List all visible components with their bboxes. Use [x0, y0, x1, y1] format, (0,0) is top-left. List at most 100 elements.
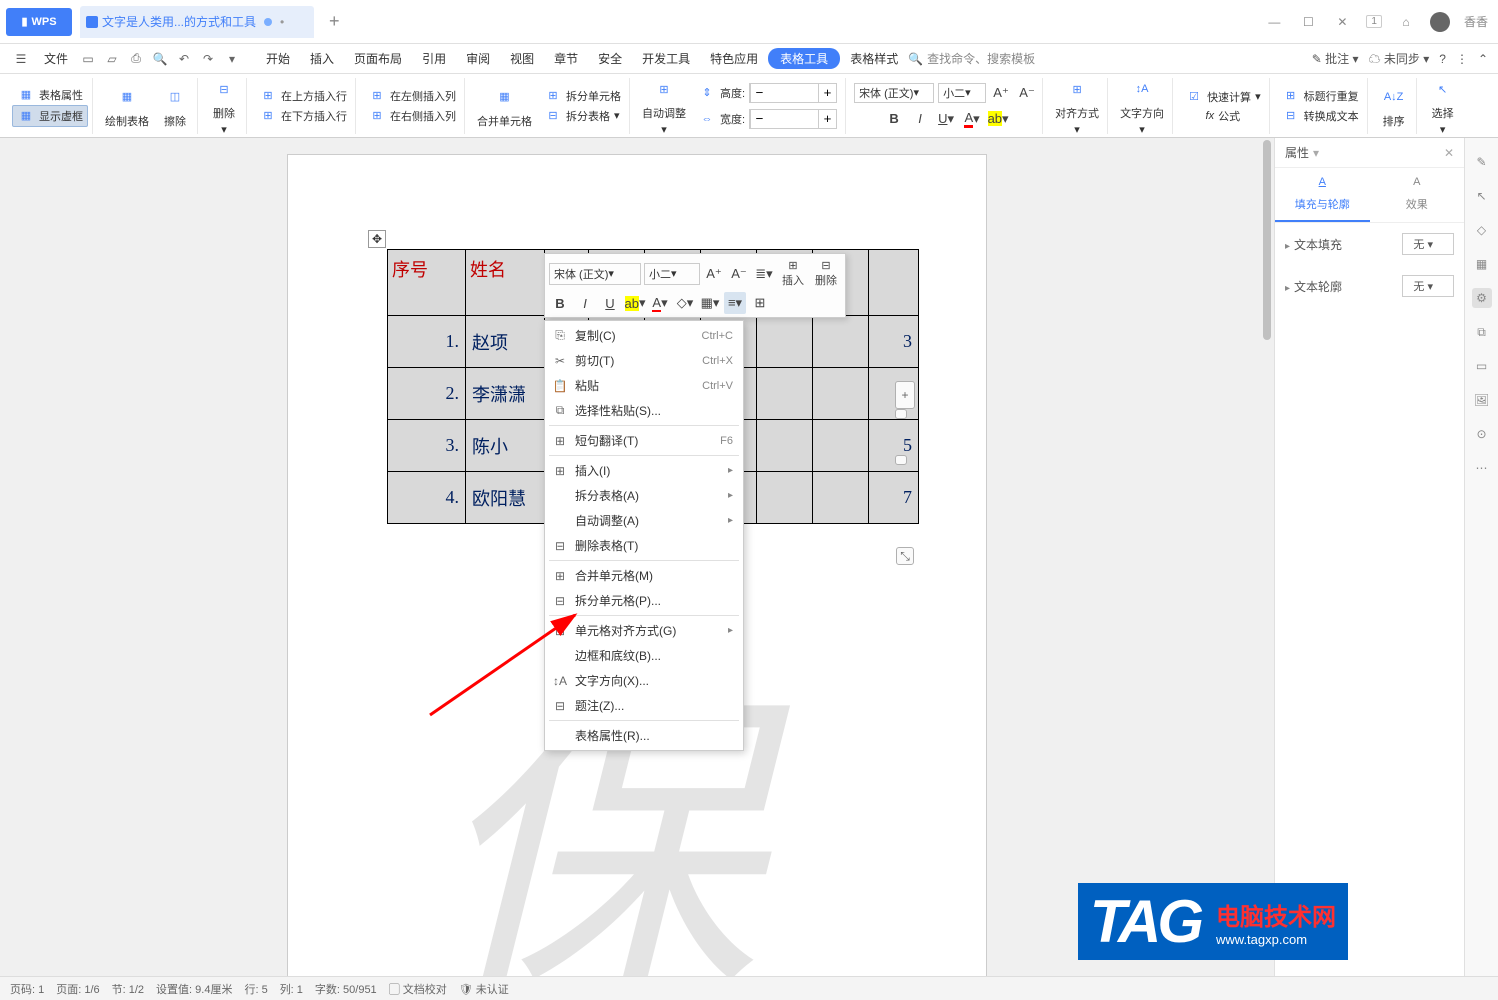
draw-table-button[interactable]: ▦绘制表格	[101, 81, 153, 131]
mini-color[interactable]: A▾	[649, 292, 671, 314]
search-box[interactable]: 🔍 查找命令、搜索模板	[908, 50, 1035, 67]
sort-button[interactable]: A↓Z排序	[1376, 81, 1412, 131]
grow-font[interactable]: A⁺	[990, 82, 1012, 104]
status-auth[interactable]: 🛡 未认证	[459, 981, 509, 997]
cm-autofit[interactable]: 自动调整(A)▸	[545, 508, 743, 533]
size-select[interactable]: 小二▾	[938, 83, 986, 103]
bold-button[interactable]: B	[883, 108, 905, 130]
cm-insert[interactable]: ⊞插入(I)▸	[545, 458, 743, 483]
status-page[interactable]: 页面: 1/6	[56, 981, 99, 997]
fill-select[interactable]: 无 ▾	[1402, 233, 1454, 255]
close-panel[interactable]: ✕	[1444, 146, 1454, 160]
close-button[interactable]: ✕	[1332, 12, 1352, 32]
split-table-button[interactable]: ⊟拆分表格▾	[540, 106, 625, 126]
tab-view[interactable]: 视图	[500, 50, 544, 67]
status-proof[interactable]: ▢ 文档校对	[389, 981, 447, 997]
cm-border[interactable]: 边框和底纹(B)...	[545, 643, 743, 668]
hamburger-icon[interactable]: ☰	[10, 48, 32, 70]
vertical-scrollbar[interactable]	[1260, 138, 1274, 976]
align-button[interactable]: ⊞对齐方式▾	[1051, 73, 1103, 138]
cm-paste-special[interactable]: ⧉选择性粘贴(S)...	[545, 398, 743, 423]
cm-cell-align[interactable]: ⊞单元格对齐方式(G)▸	[545, 618, 743, 643]
select-button[interactable]: ↖选择▾	[1425, 73, 1461, 138]
underline-button[interactable]: U▾	[935, 108, 957, 130]
mini-list-icon[interactable]: ≣▾	[753, 263, 775, 285]
tab-dev[interactable]: 开发工具	[632, 50, 700, 67]
tab-insert[interactable]: 插入	[300, 50, 344, 67]
tab-section[interactable]: 章节	[544, 50, 588, 67]
mini-shrink-font[interactable]: A⁻	[728, 263, 750, 285]
tab-ref[interactable]: 引用	[412, 50, 456, 67]
cm-cut[interactable]: ✂剪切(T)Ctrl+X	[545, 348, 743, 373]
quick-calc[interactable]: ☑快速计算▾	[1181, 87, 1265, 107]
pizhu-button[interactable]: ✎ 批注 ▾	[1312, 50, 1359, 67]
row-handle[interactable]	[895, 409, 907, 419]
formula-button[interactable]: fx 公式	[1202, 107, 1245, 125]
table-props-button[interactable]: ▦表格属性	[13, 85, 87, 105]
outline-select[interactable]: 无 ▾	[1402, 275, 1454, 297]
mini-underline[interactable]: U	[599, 292, 621, 314]
autofit-button[interactable]: ⊞自动调整▾	[638, 73, 690, 138]
mini-grow-font[interactable]: A⁺	[703, 263, 725, 285]
cm-split-cell[interactable]: ⊟拆分单元格(P)...	[545, 588, 743, 613]
file-menu[interactable]: 文件	[44, 50, 68, 67]
font-select[interactable]: 宋体 (正文)▾	[854, 83, 934, 103]
cm-translate[interactable]: ⊞短句翻译(T)F6	[545, 428, 743, 453]
cm-split-table[interactable]: 拆分表格(A)▸	[545, 483, 743, 508]
mini-highlight[interactable]: ab▾	[624, 292, 646, 314]
insert-row-above[interactable]: ⊞在上方插入行	[255, 86, 351, 106]
open-icon[interactable]: ▱	[100, 48, 124, 70]
tab-start[interactable]: 开始	[256, 50, 300, 67]
rail-more-icon[interactable]: ⋯	[1472, 458, 1492, 478]
preview-icon[interactable]: 🔍	[148, 48, 172, 70]
text-fill-label[interactable]: 文本填充	[1285, 236, 1342, 253]
tab-table-tools[interactable]: 表格工具	[768, 48, 840, 69]
rail-grid-icon[interactable]: ▦	[1472, 254, 1492, 274]
shrink-font[interactable]: A⁻	[1016, 82, 1038, 104]
tab-table-style[interactable]: 表格样式	[840, 50, 908, 67]
add-col-handle[interactable]: +	[895, 381, 915, 409]
tab-security[interactable]: 安全	[588, 50, 632, 67]
document-tab[interactable]: 文字是人类用...的方式和工具 •	[80, 6, 314, 38]
avatar[interactable]	[1430, 12, 1450, 32]
more-icon[interactable]: ⋮	[1456, 52, 1468, 66]
status-section[interactable]: 节: 1/2	[112, 981, 144, 997]
minimize-button[interactable]: —	[1264, 12, 1284, 32]
badge[interactable]: 1	[1366, 15, 1382, 28]
mini-bold[interactable]: B	[549, 292, 571, 314]
mini-font[interactable]: 宋体 (正文)▾	[549, 263, 641, 285]
cm-merge-cell[interactable]: ⊞合并单元格(M)	[545, 563, 743, 588]
insert-col-right[interactable]: ⊞在右侧插入列	[364, 106, 460, 126]
rail-gear-icon[interactable]: ⊙	[1472, 424, 1492, 444]
new-icon[interactable]: ▭	[76, 48, 100, 70]
rail-flow-icon[interactable]: ⧉	[1472, 322, 1492, 342]
italic-button[interactable]: I	[909, 108, 931, 130]
table-move-handle[interactable]: ✥	[368, 230, 386, 248]
show-gridlines-button[interactable]: ▦显示虚框	[12, 105, 88, 127]
status-words[interactable]: 字数: 50/951	[315, 981, 377, 997]
th-name[interactable]: 姓名	[466, 250, 545, 316]
width-spinner[interactable]: −+	[749, 109, 837, 129]
insert-col-left[interactable]: ⊞在左侧插入列	[364, 86, 460, 106]
mini-delete[interactable]: ⊟删除	[811, 257, 841, 290]
collapse-icon[interactable]: ⌃	[1478, 52, 1488, 66]
rail-settings-icon[interactable]: ⚙	[1472, 288, 1492, 308]
repeat-header[interactable]: ⊞标题行重复	[1278, 86, 1363, 106]
mini-merge[interactable]: ⊞	[749, 292, 771, 314]
help-icon[interactable]: ?	[1439, 52, 1446, 66]
rail-cursor-icon[interactable]: ↖	[1472, 186, 1492, 206]
resize-handle[interactable]: ⤡	[896, 547, 914, 565]
maximize-button[interactable]: ☐	[1298, 12, 1318, 32]
font-color[interactable]: A▾	[961, 108, 983, 130]
eraser-button[interactable]: ◫擦除	[157, 81, 193, 131]
insert-row-below[interactable]: ⊞在下方插入行	[255, 106, 351, 126]
cm-paste[interactable]: 📋粘贴Ctrl+V	[545, 373, 743, 398]
mini-size[interactable]: 小二▾	[644, 263, 700, 285]
wps-logo[interactable]: ▮WPS	[6, 8, 72, 36]
text-dir-button[interactable]: ↕A文字方向▾	[1116, 73, 1168, 138]
height-spinner[interactable]: −+	[749, 83, 837, 103]
highlight-button[interactable]: ab▾	[987, 108, 1009, 130]
redo-icon[interactable]: ↷	[196, 48, 220, 70]
cm-text-dir[interactable]: ↕A文字方向(X)...	[545, 668, 743, 693]
mini-italic[interactable]: I	[574, 292, 596, 314]
